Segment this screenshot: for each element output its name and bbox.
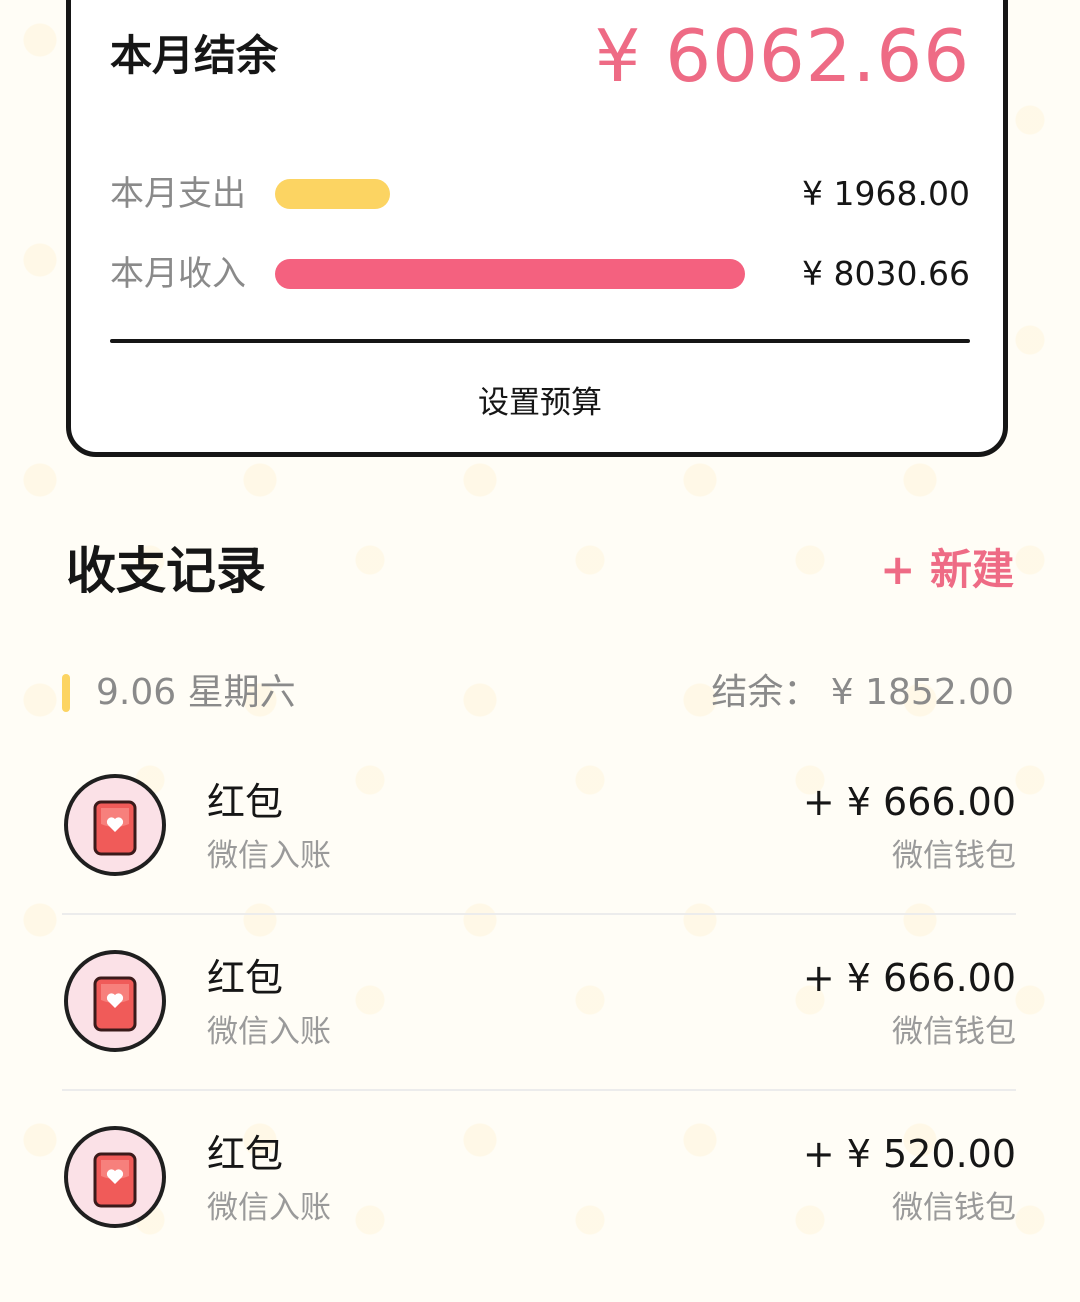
record-account: 微信钱包: [892, 838, 1016, 874]
income-row: 本月收入 ¥ 8030.66: [110, 250, 970, 298]
record-title: 红包: [207, 780, 284, 824]
record-account: 微信钱包: [892, 1190, 1016, 1226]
record-title: 红包: [207, 956, 284, 1000]
expense-bar-fill: [275, 179, 391, 209]
red-envelope-icon: [64, 774, 166, 876]
record-subtitle: 微信入账: [207, 838, 331, 874]
date-marker: [62, 674, 70, 712]
income-bar-fill: [275, 259, 745, 289]
record-item[interactable]: 红包 微信入账 + ¥ 520.00 微信钱包: [62, 1126, 1016, 1302]
set-budget-button[interactable]: 设置预算: [380, 374, 700, 432]
red-envelope-icon: [64, 950, 166, 1052]
income-amount: ¥ 8030.66: [802, 254, 970, 293]
expense-row: 本月支出 ¥ 1968.00: [110, 170, 970, 218]
card-divider: [110, 339, 970, 343]
record-amount: + ¥ 666.00: [802, 780, 1016, 824]
record-title: 红包: [207, 1132, 284, 1176]
record-subtitle: 微信入账: [207, 1190, 331, 1226]
record-subtitle: 微信入账: [207, 1014, 331, 1050]
record-item[interactable]: 红包 微信入账 + ¥ 666.00 微信钱包: [62, 774, 1016, 950]
expense-amount: ¥ 1968.00: [802, 174, 970, 213]
day-balance: 结余： ¥ 1852.00: [711, 672, 1014, 713]
expense-label: 本月支出: [110, 174, 246, 214]
new-record-button[interactable]: + 新建: [880, 540, 1014, 600]
record-amount: + ¥ 520.00: [802, 1132, 1016, 1176]
day-header: 9.06 星期六 结余： ¥ 1852.00: [62, 668, 1014, 718]
record-divider: [62, 913, 1016, 915]
day-date: 9.06 星期六: [96, 672, 296, 713]
expense-bar: [275, 179, 745, 209]
monthly-balance-value: ¥ 6062.66: [594, 14, 970, 98]
income-bar: [275, 259, 745, 289]
records-section-title: 收支记录: [66, 542, 266, 600]
record-amount: + ¥ 666.00: [802, 956, 1016, 1000]
monthly-balance-label: 本月结余: [110, 31, 279, 80]
income-label: 本月收入: [110, 254, 246, 294]
red-envelope-icon: [64, 1126, 166, 1228]
record-item[interactable]: 红包 微信入账 + ¥ 666.00 微信钱包: [62, 950, 1016, 1126]
record-account: 微信钱包: [892, 1014, 1016, 1050]
record-divider: [62, 1089, 1016, 1091]
